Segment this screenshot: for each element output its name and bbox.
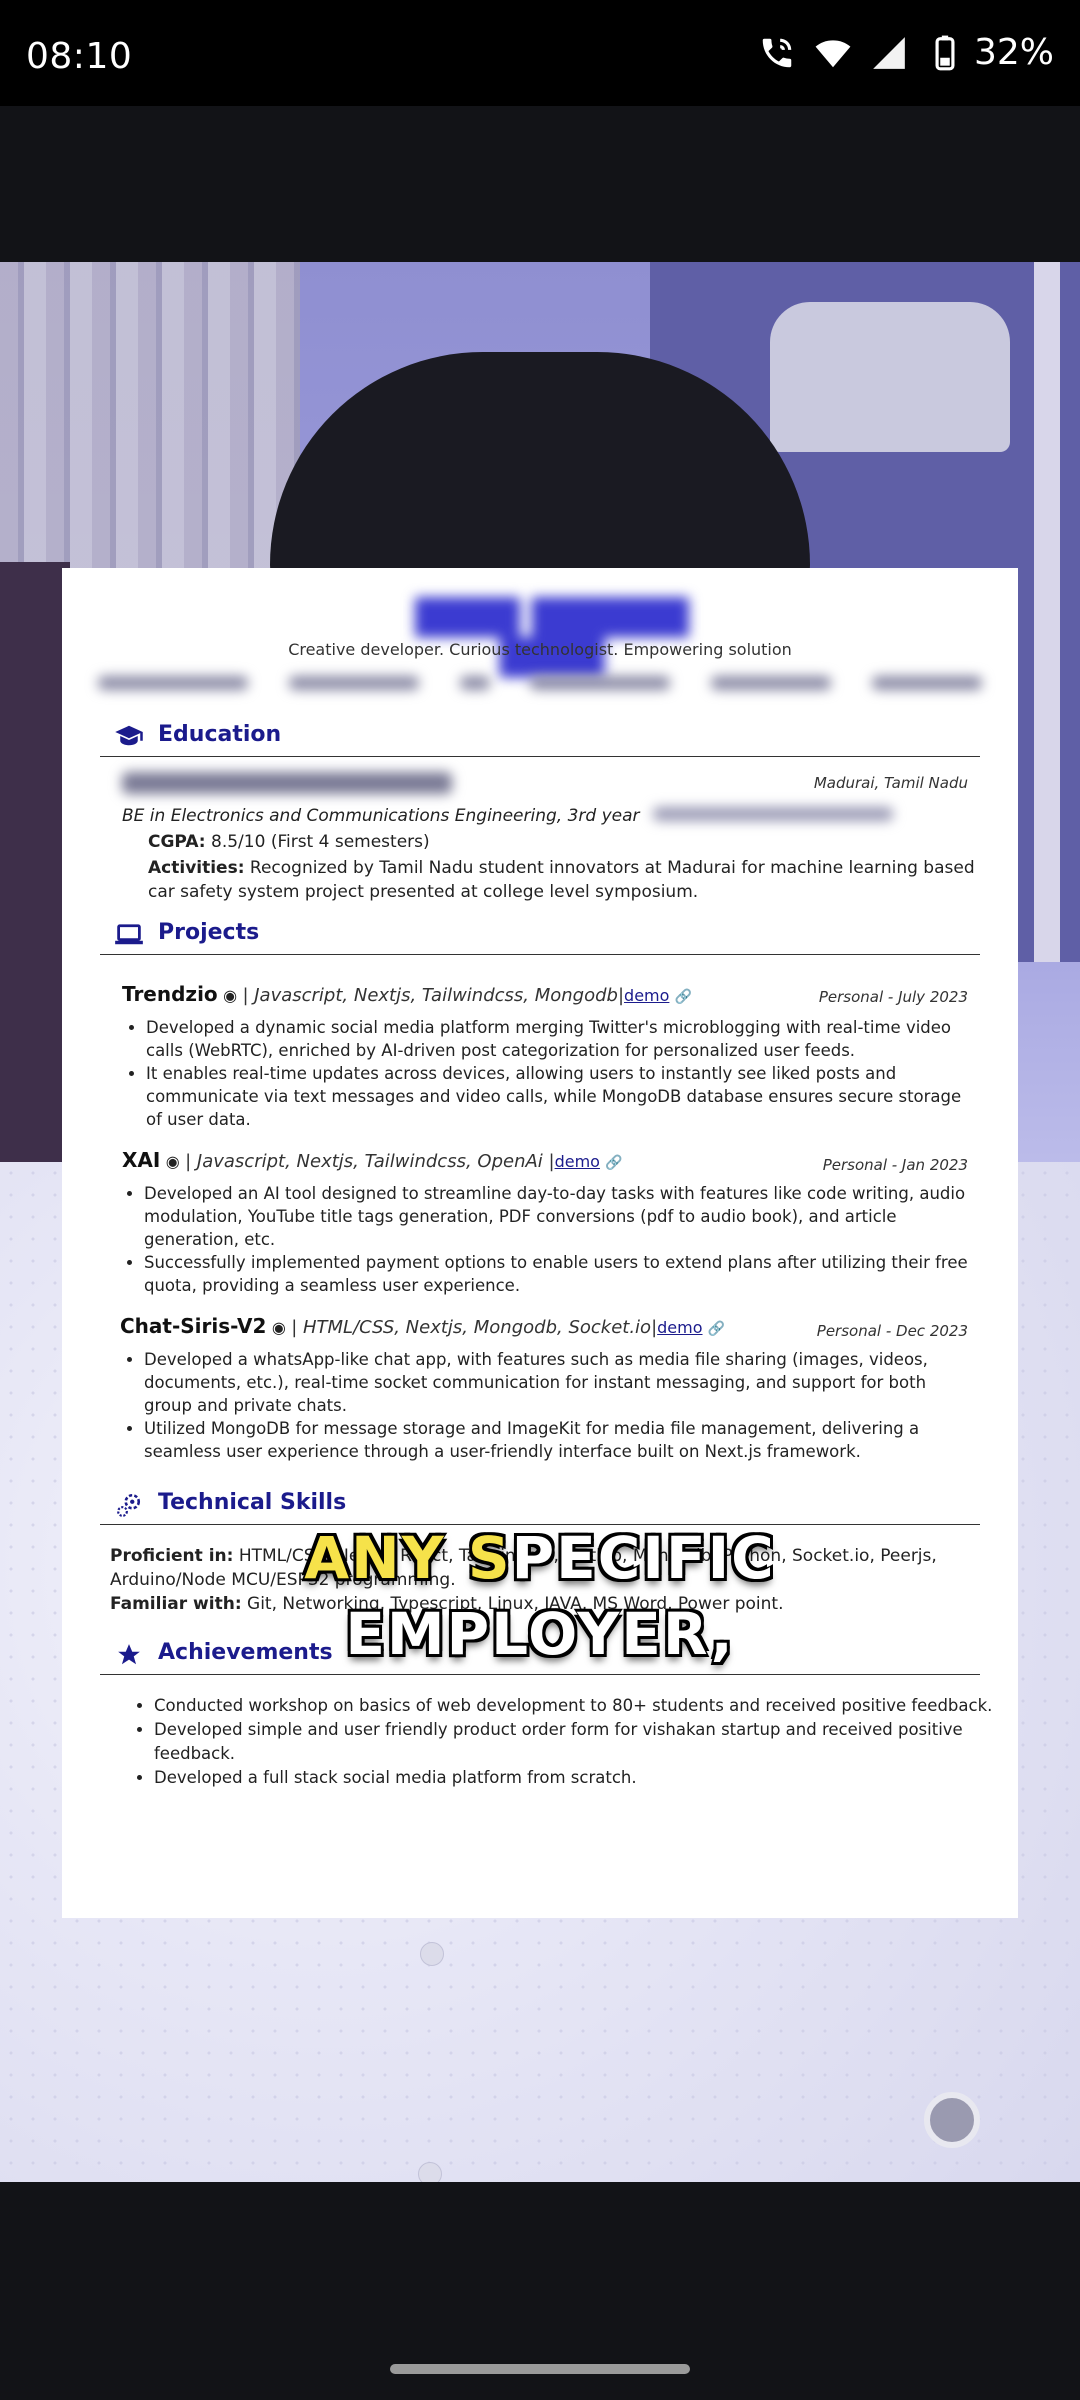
project-chat-siris-meta: Personal - Dec 2023 (816, 1322, 968, 1340)
resume-contacts-redacted (98, 672, 982, 694)
wifi-call-icon (762, 38, 792, 67)
section-education: Education (100, 720, 980, 757)
link-icon: 🔗 (674, 989, 693, 1005)
college-name-redacted (122, 772, 452, 794)
list-item: Successfully implemented payment options… (144, 1251, 978, 1297)
list-item: Developed an AI tool designed to streaml… (144, 1182, 978, 1251)
background-shelf-left (0, 562, 70, 1162)
link-icon: 🔗 (605, 1155, 623, 1171)
project-xai-bullets: Developed an AI tool designed to streaml… (120, 1182, 978, 1297)
cellular-signal-icon (873, 36, 905, 69)
list-item: Developed a full stack social media plat… (154, 1766, 994, 1790)
demo-link[interactable]: demo (657, 1318, 702, 1337)
gears-icon (117, 1493, 141, 1517)
resume-document: ████ ██████ ████ Creative developer. Cur… (62, 568, 1018, 1918)
project-xai-header: XAI ◉ | Javascript, Nextjs, Tailwindcss,… (122, 1148, 623, 1172)
battery-percent: 32% (973, 32, 1054, 73)
section-projects: Projects (100, 918, 980, 955)
status-time: 08:10 (26, 36, 133, 77)
ring (924, 2092, 980, 2148)
achievements-list: Conducted workshop on basics of web deve… (130, 1694, 994, 1790)
demo-link[interactable]: demo (555, 1152, 600, 1171)
status-bar: 08:10 32% (0, 0, 1080, 106)
section-title-education: Education (158, 722, 282, 747)
github-icon: ◉ (165, 1152, 180, 1171)
resume-tagline: Creative developer. Curious technologist… (288, 640, 792, 659)
top-letterbox (0, 106, 1080, 262)
education-activities: Activities: Recognized by Tamil Nadu stu… (148, 858, 975, 902)
laptop-icon (115, 924, 143, 945)
education-cgpa: CGPA: 8.5/10 (First 4 semesters) (148, 832, 430, 852)
graduation-cap-icon (115, 725, 143, 746)
section-technical-skills: Technical Skills (100, 1488, 980, 1525)
wifi-icon (815, 39, 851, 67)
demo-link[interactable]: demo (624, 986, 669, 1005)
battery-icon (935, 35, 955, 70)
project-trendzio-meta: Personal - July 2023 (818, 988, 968, 1006)
link-icon: 🔗 (707, 1321, 726, 1337)
video-caption-line-2: EMPLOYER, (345, 1600, 735, 1668)
github-icon: ◉ (271, 1318, 286, 1337)
education-degree: BE in Electronics and Communications Eng… (122, 806, 893, 826)
status-icons: 32% (758, 32, 1054, 73)
project-chat-siris-bullets: Developed a whatsApp-like chat app, with… (120, 1348, 978, 1463)
list-item: Developed a whatsApp-like chat app, with… (144, 1348, 978, 1417)
video-caption-line-1: ANY SPECIFIC (304, 1524, 776, 1592)
gesture-navigation-bar[interactable] (390, 2364, 690, 2374)
list-item: Developed simple and user friendly produ… (154, 1718, 994, 1766)
list-item: Developed a dynamic social media platfor… (146, 1016, 976, 1062)
project-trendzio-bullets: Developed a dynamic social media platfor… (122, 1016, 976, 1131)
list-item: Utilized MongoDB for message storage and… (144, 1417, 978, 1463)
project-trendzio-header: Trendzio ◉ | Javascript, Nextjs, Tailwin… (122, 982, 693, 1006)
list-item: Conducted workshop on basics of web deve… (154, 1694, 994, 1718)
project-chat-siris-header: Chat-Siris-V2 ◉ | HTML/CSS, Nextjs, Mong… (120, 1314, 726, 1338)
github-icon: ◉ (223, 986, 238, 1005)
resume-name-redacted: ████ ██████ ████ (415, 598, 689, 678)
section-title-projects: Projects (158, 920, 260, 945)
education-location: Madurai, Tamil Nadu (813, 774, 968, 792)
section-title-skills: Technical Skills (158, 1490, 347, 1515)
project-xai-meta: Personal - Jan 2023 (822, 1156, 968, 1174)
list-item: It enables real-time updates across devi… (146, 1062, 976, 1131)
